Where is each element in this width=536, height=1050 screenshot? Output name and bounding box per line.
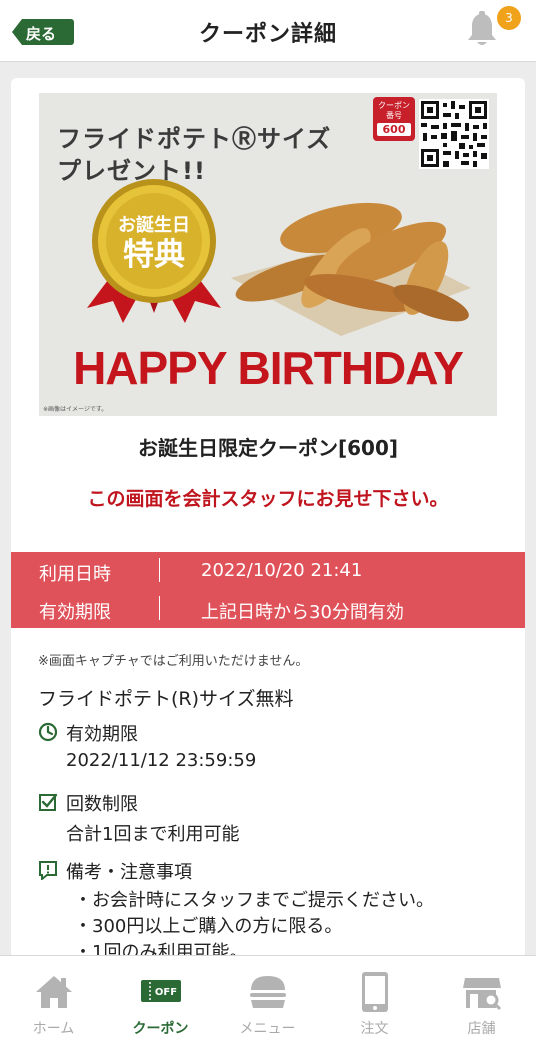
- happy-birthday-headline: HAPPY BIRTHDAY: [73, 342, 464, 394]
- bottom-navigation: ホーム OFF クーポン メニュー 注文 店舗: [0, 955, 536, 1050]
- usage-datetime-label: 利用日時: [39, 564, 111, 585]
- store-search-icon: [461, 970, 503, 1014]
- nav-store[interactable]: 店舗: [428, 956, 535, 1050]
- page-title: クーポン詳細: [198, 22, 337, 47]
- capture-note: ※画面キャプチャではご利用いただけません。: [38, 654, 309, 669]
- coupon-card: フライドポテトⓇサイズ プレゼント!! クーポン 番号 600 お誕生日 特典 …: [11, 78, 525, 958]
- divider: [159, 596, 160, 620]
- nav-coupon-label: クーポン: [132, 1021, 189, 1037]
- app-header: 戻る クーポン詳細 3: [0, 0, 536, 62]
- staff-instruction: この画面を会計スタッフにお見せ下さい。: [87, 488, 449, 510]
- usage-datetime-value: 2022/10/20 21:41: [201, 560, 363, 581]
- coupon-number-tag: クーポン 番号 600: [373, 97, 415, 141]
- checkbox-icon: [38, 792, 58, 812]
- note-item: ・お会計時にスタッフまでご提示ください。: [74, 890, 434, 911]
- expiry-heading: 有効期限: [66, 724, 138, 745]
- divider: [159, 558, 160, 582]
- validity-value: 上記日時から30分間有効: [201, 602, 404, 623]
- coupon-tag-label1: クーポン: [378, 101, 410, 110]
- image-note: ※画像はイメージです。: [43, 406, 108, 413]
- validity-row: 有効期限 上記日時から30分間有効: [11, 590, 525, 628]
- coupon-off-icon: OFF: [140, 970, 182, 1014]
- note-item: ・300円以上ご購入の方に限る。: [74, 916, 343, 937]
- notes-list: ・お会計時にスタッフまでご提示ください。 ・300円以上ご購入の方に限る。 ・1…: [74, 888, 434, 958]
- home-icon: [33, 970, 75, 1014]
- medal-line1: お誕生日: [118, 214, 190, 236]
- limit-heading: 回数制限: [66, 794, 138, 815]
- nav-home[interactable]: ホーム: [0, 956, 107, 1050]
- coupon-tag-label2: 番号: [386, 111, 402, 120]
- nav-order[interactable]: 注文: [321, 956, 428, 1050]
- burger-icon: [247, 970, 289, 1014]
- expiry-value: 2022/11/12 23:59:59: [66, 750, 257, 771]
- bell-icon[interactable]: [462, 10, 502, 50]
- clock-icon: [38, 722, 58, 742]
- nav-menu[interactable]: メニュー: [214, 956, 321, 1050]
- validity-label: 有効期限: [39, 602, 111, 623]
- nav-store-label: 店舗: [467, 1021, 496, 1037]
- medal-line2: 特典: [123, 237, 185, 273]
- usage-datetime-row: 利用日時 2022/10/20 21:41: [11, 552, 525, 590]
- smartphone-icon: [354, 970, 396, 1014]
- fried-potato-image: [221, 168, 483, 338]
- notification-badge: 3: [497, 6, 521, 30]
- nav-order-label: 注文: [360, 1021, 389, 1037]
- notes-heading: 備考・注意事項: [66, 862, 192, 883]
- usage-info-band: 利用日時 2022/10/20 21:41 有効期限 上記日時から30分間有効: [11, 552, 525, 628]
- coupon-item-name: フライドポテト(R)サイズ無料: [38, 688, 294, 710]
- notice-icon: [38, 860, 58, 882]
- banner-title-line1: フライドポテトⓇサイズ: [57, 125, 332, 153]
- nav-coupon[interactable]: OFF クーポン: [107, 956, 214, 1050]
- coupon-tag-number: 600: [377, 123, 411, 136]
- svg-text:OFF: OFF: [155, 987, 177, 998]
- nav-home-label: ホーム: [32, 1021, 75, 1037]
- limit-value: 合計1回まで利用可能: [66, 824, 240, 845]
- coupon-banner-image: フライドポテトⓇサイズ プレゼント!! クーポン 番号 600 お誕生日 特典 …: [39, 93, 497, 416]
- birthday-medal: お誕生日 特典: [79, 173, 229, 333]
- coupon-name: お誕生日限定クーポン[600]: [137, 436, 399, 460]
- nav-menu-label: メニュー: [239, 1021, 296, 1037]
- qr-code-icon: [419, 99, 489, 169]
